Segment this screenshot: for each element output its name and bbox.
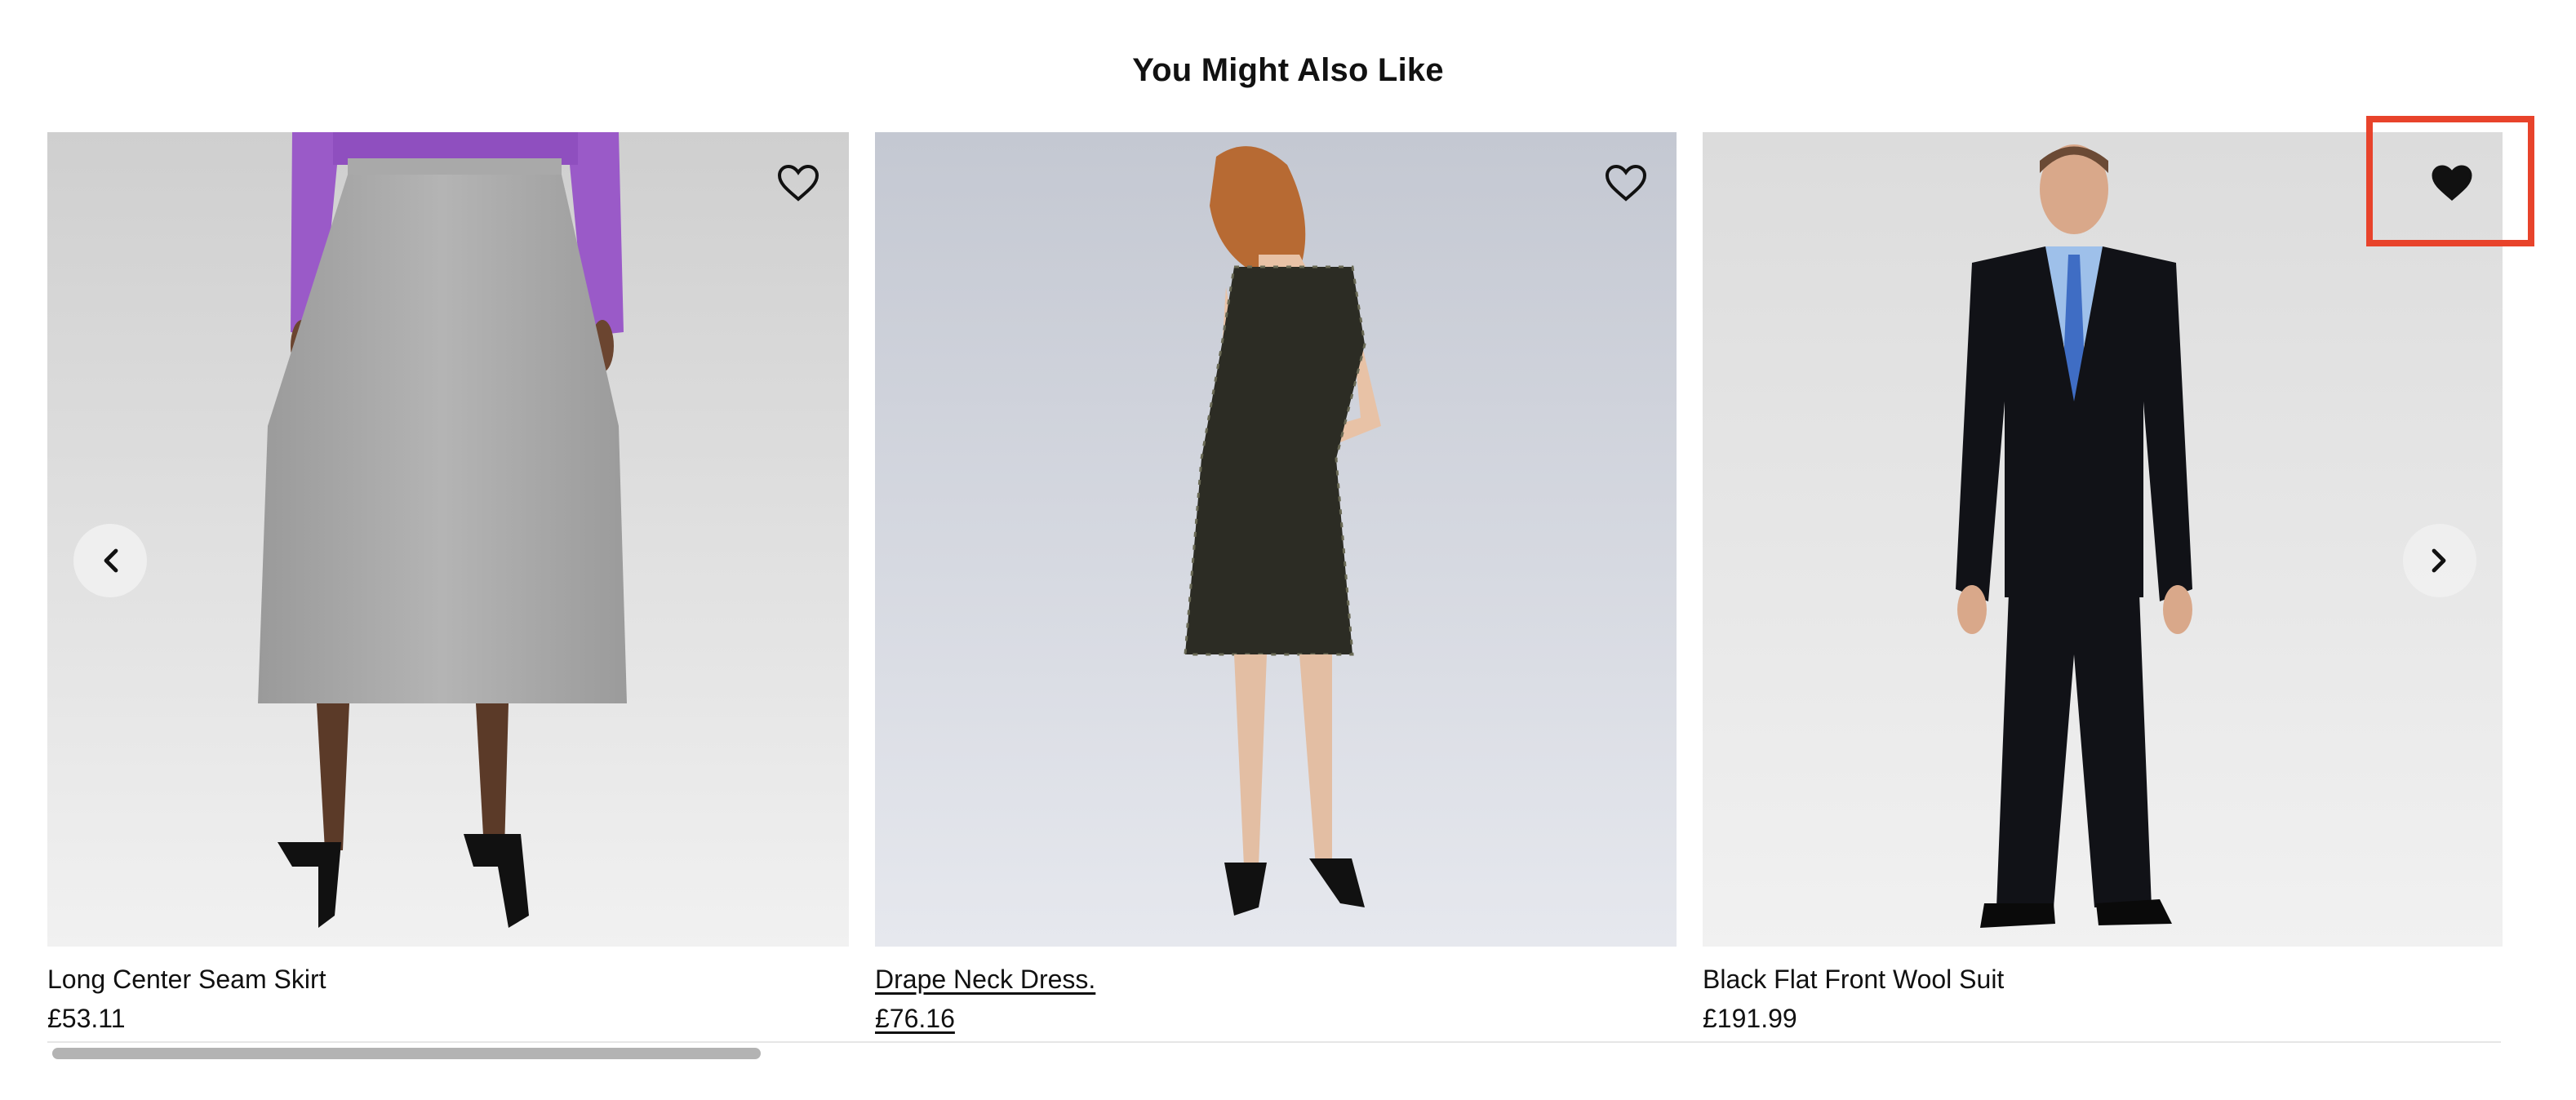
favorite-button[interactable] <box>775 160 821 206</box>
favorite-button[interactable] <box>1603 160 1649 206</box>
heart-outline-icon <box>1605 164 1647 202</box>
product-card[interactable]: Drape Neck Dress. £76.16 <box>875 132 1677 1035</box>
product-price: £76.16 <box>875 1004 955 1033</box>
product-card[interactable]: Long Center Seam Skirt £53.11 <box>47 132 849 1035</box>
product-name[interactable]: Drape Neck Dress. <box>875 963 1677 996</box>
product-image[interactable] <box>1703 132 2503 947</box>
chevron-left-icon <box>104 548 118 573</box>
scrollbar-thumb[interactable] <box>52 1048 761 1059</box>
carousel-next-button[interactable] <box>2403 524 2476 597</box>
chevron-right-icon <box>2432 548 2446 573</box>
suit-photo <box>1703 132 2503 947</box>
carousel-prev-button[interactable] <box>73 524 147 597</box>
product-price: £191.99 <box>1703 1004 1797 1033</box>
product-name[interactable]: Black Flat Front Wool Suit <box>1703 963 2503 996</box>
product-image[interactable] <box>875 132 1677 947</box>
heart-outline-icon <box>777 164 819 202</box>
product-carousel: Long Center Seam Skirt £53.11 Drape Neck… <box>47 132 2548 1054</box>
product-card[interactable]: Black Flat Front Wool Suit £191.99 <box>1703 132 2503 1035</box>
heart-filled-icon <box>2432 165 2472 201</box>
product-price: £53.11 <box>47 1004 126 1033</box>
skirt-photo <box>47 132 849 947</box>
horizontal-scrollbar[interactable] <box>47 1041 2501 1059</box>
favorite-button[interactable] <box>2429 160 2475 206</box>
product-name[interactable]: Long Center Seam Skirt <box>47 963 849 996</box>
dress-photo <box>875 132 1677 947</box>
product-image[interactable] <box>47 132 849 947</box>
section-title: You Might Also Like <box>1132 52 1444 88</box>
